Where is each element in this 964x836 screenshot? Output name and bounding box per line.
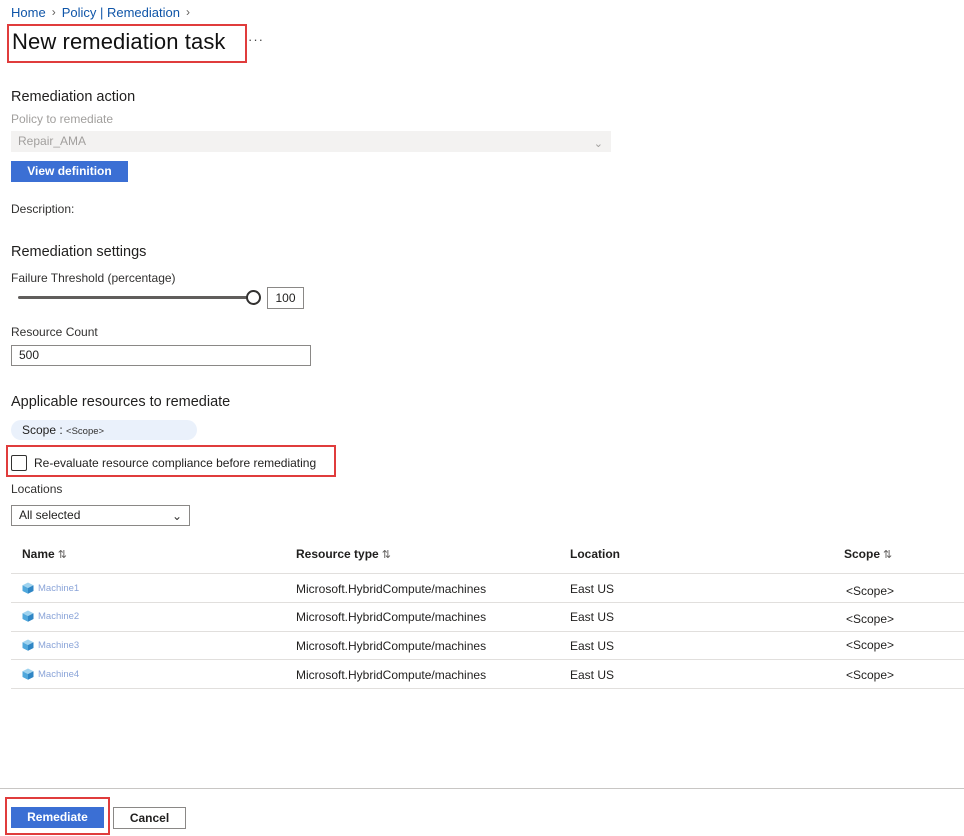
table-row-name[interactable]: Machine1 [22, 582, 79, 594]
applicable-resources-heading: Applicable resources to remediate [11, 394, 231, 410]
reevaluate-checkbox[interactable] [11, 455, 27, 471]
sort-icon: ⇅ [883, 549, 893, 561]
machine-name-link[interactable]: Machine1 [38, 583, 79, 594]
chevron-right-icon: › [51, 5, 56, 19]
table-row-type: Microsoft.HybridCompute/machines [296, 610, 487, 624]
remediate-button[interactable]: Remediate [11, 807, 104, 828]
machine-name-link[interactable]: Machine4 [38, 669, 79, 680]
table-divider [11, 688, 964, 689]
footer-divider [0, 788, 964, 789]
description-label: Description: [11, 202, 75, 216]
table-divider [11, 659, 964, 660]
table-row-location: East US [570, 639, 615, 653]
breadcrumb-policy-remediation[interactable]: Policy | Remediation [62, 5, 180, 20]
column-header-scope[interactable]: Scope ⇅ [844, 547, 892, 561]
remediation-settings-heading: Remediation settings [11, 244, 147, 260]
failure-threshold-slider-thumb[interactable] [246, 290, 261, 305]
table-row-type: Microsoft.HybridCompute/machines [296, 639, 487, 653]
table-row-name[interactable]: Machine4 [22, 668, 79, 680]
breadcrumb-home[interactable]: Home [11, 5, 46, 20]
chevron-right-icon: › [185, 5, 190, 19]
column-header-location-label: Location [570, 547, 620, 561]
column-header-scope-label: Scope [844, 547, 881, 561]
chevron-down-icon: ⌄ [171, 509, 182, 523]
failure-threshold-input[interactable]: 100 [267, 287, 304, 309]
table-divider [11, 573, 964, 574]
table-row-scope: <Scope> [846, 584, 895, 598]
failure-threshold-slider-track[interactable] [18, 296, 254, 299]
machine-name-link[interactable]: Machine2 [38, 611, 79, 622]
resource-count-label: Resource Count [11, 325, 98, 339]
machine-name-link[interactable]: Machine3 [38, 640, 79, 651]
more-options-icon[interactable]: ··· [248, 32, 264, 47]
machine-cube-icon [22, 610, 34, 622]
scope-label: Scope : [22, 423, 63, 437]
table-row-location: East US [570, 668, 615, 682]
cancel-button[interactable]: Cancel [113, 807, 186, 829]
sort-icon: ⇅ [57, 549, 67, 561]
policy-to-remediate-label: Policy to remediate [11, 112, 114, 126]
failure-threshold-label: Failure Threshold (percentage) [11, 271, 176, 285]
locations-dropdown-value: All selected [19, 508, 81, 522]
locations-label: Locations [11, 482, 63, 496]
scope-pill: Scope : <Scope> [11, 420, 197, 440]
locations-dropdown[interactable]: All selected ⌄ [11, 505, 190, 526]
sort-icon: ⇅ [381, 549, 391, 561]
table-row-name[interactable]: Machine3 [22, 639, 79, 651]
machine-cube-icon [22, 582, 34, 594]
table-row-location: East US [570, 610, 615, 624]
column-header-name[interactable]: Name ⇅ [22, 547, 67, 561]
table-row-location: East US [570, 582, 615, 596]
chevron-down-icon: ⌄ [593, 138, 603, 150]
policy-dropdown-value: Repair_AMA [18, 134, 87, 148]
policy-dropdown: Repair_AMA ⌄ [11, 131, 611, 152]
table-divider [11, 631, 964, 632]
resource-count-input[interactable]: 500 [11, 345, 311, 366]
page-title: New remediation task [12, 29, 226, 54]
table-row-scope: <Scope> [846, 612, 895, 626]
column-header-resource-type-label: Resource type [296, 547, 379, 561]
column-header-name-label: Name [22, 547, 55, 561]
table-row-type: Microsoft.HybridCompute/machines [296, 582, 487, 596]
scope-value: <Scope> [66, 426, 105, 437]
machine-cube-icon [22, 639, 34, 651]
reevaluate-label[interactable]: Re-evaluate resource compliance before r… [34, 456, 316, 470]
table-row-scope: <Scope> [846, 638, 895, 652]
table-divider [11, 602, 964, 603]
table-row-scope: <Scope> [846, 668, 895, 682]
view-definition-button[interactable]: View definition [11, 161, 128, 182]
column-header-location: Location [570, 547, 620, 561]
breadcrumb: Home › Policy | Remediation › [11, 4, 190, 20]
remediation-action-heading: Remediation action [11, 89, 136, 105]
table-row-name[interactable]: Machine2 [22, 610, 79, 622]
machine-cube-icon [22, 668, 34, 680]
column-header-resource-type[interactable]: Resource type ⇅ [296, 547, 391, 561]
table-row-type: Microsoft.HybridCompute/machines [296, 668, 487, 682]
